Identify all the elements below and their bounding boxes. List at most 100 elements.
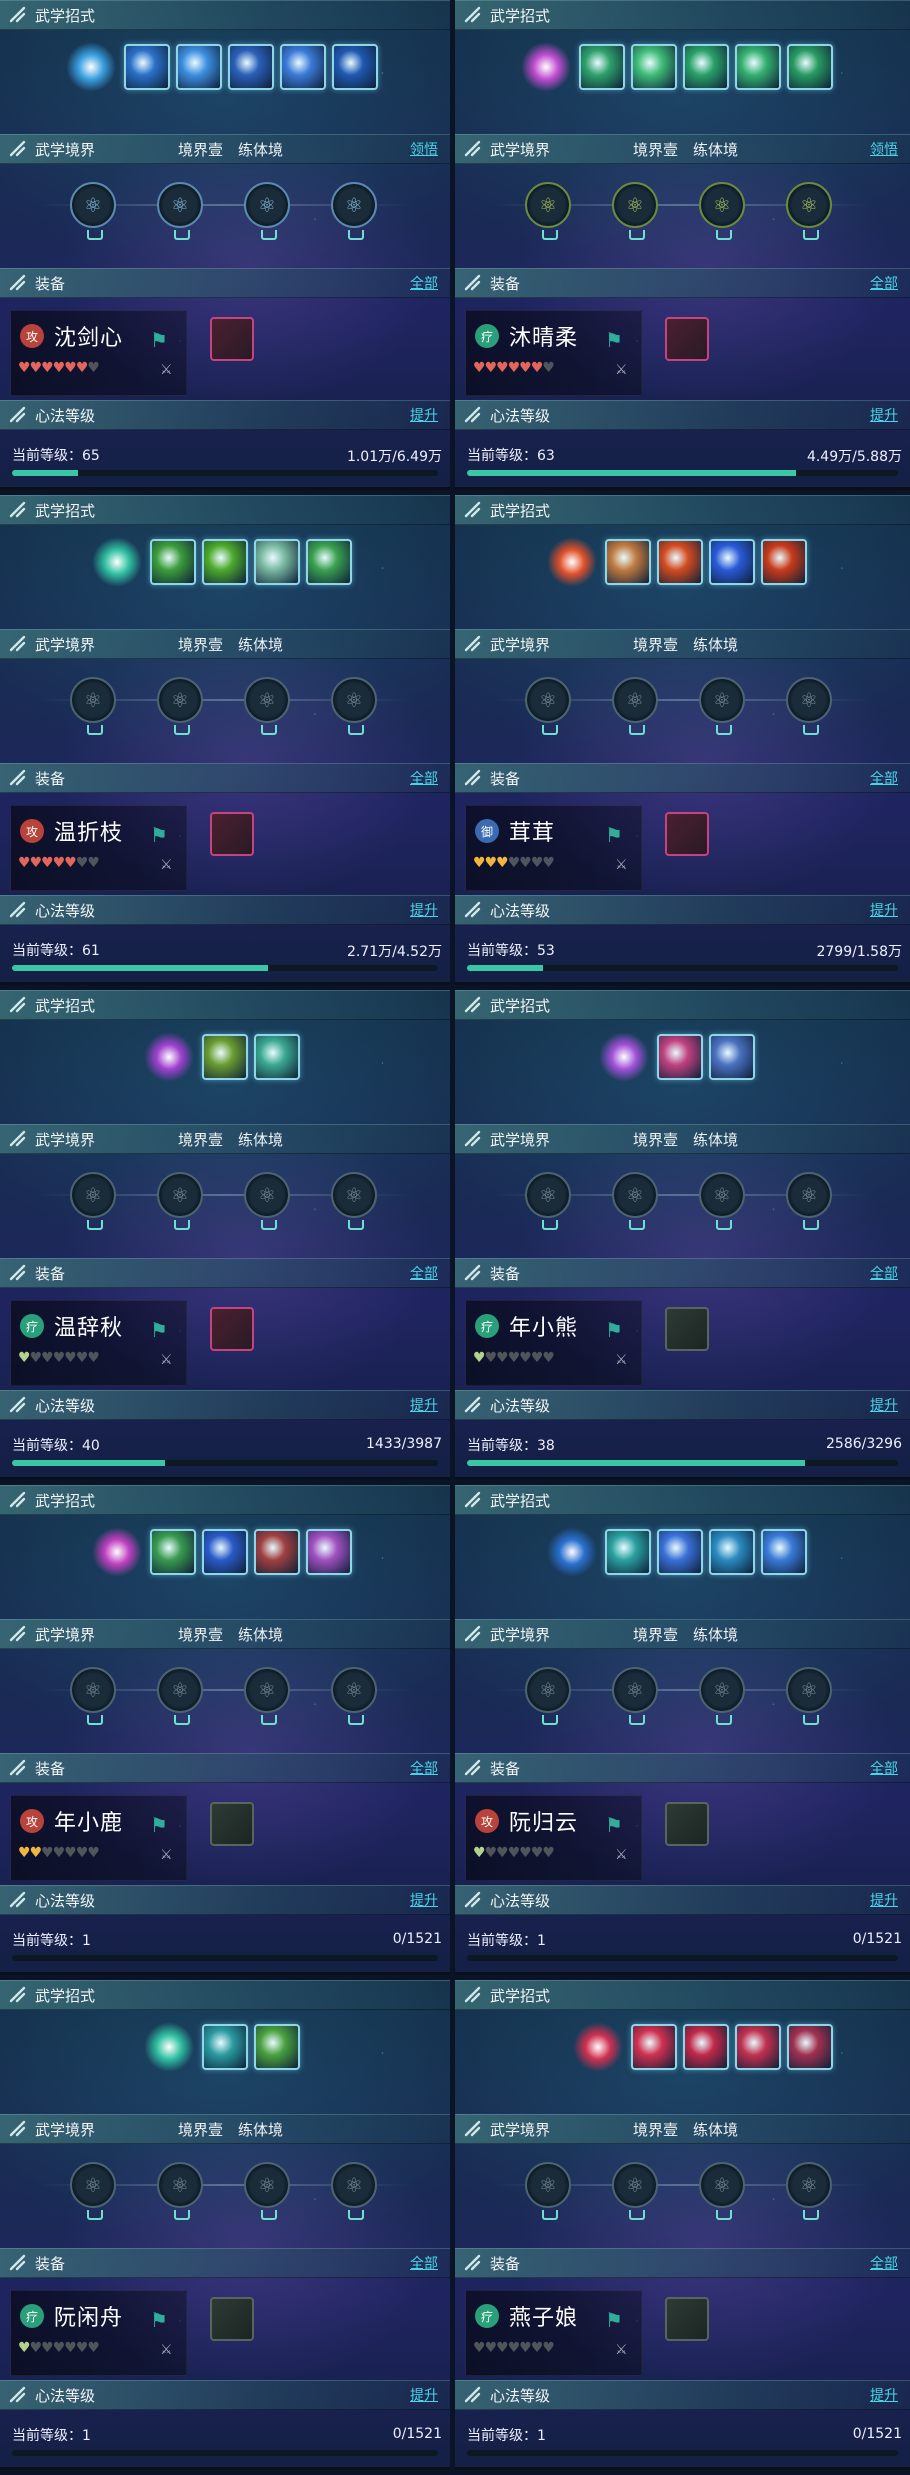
skill-icon[interactable] [605, 539, 651, 585]
character-box[interactable]: 攻年小鹿 ♥♥♥♥♥♥♥ ⚑ ⚔ [10, 1795, 187, 1881]
section-link[interactable]: 提升 [870, 2385, 898, 2405]
section-link[interactable]: 全部 [410, 1263, 438, 1283]
skill-icon[interactable] [332, 44, 378, 90]
skill-icon[interactable] [150, 1529, 196, 1575]
skill-icon[interactable] [657, 1529, 703, 1575]
character-box[interactable]: 疗温辞秋 ♥♥♥♥♥♥♥ ⚑ ⚔ [10, 1300, 187, 1386]
section-link[interactable]: 全部 [870, 273, 898, 293]
equipment-slot[interactable] [665, 317, 709, 361]
realm-node[interactable]: ⚛ [786, 677, 832, 735]
equipment-slot[interactable] [665, 2297, 709, 2341]
skill-icon[interactable] [202, 1034, 248, 1080]
section-link[interactable]: 领悟 [410, 139, 438, 159]
realm-node[interactable]: ⚛ [244, 1667, 290, 1725]
main-skill-icon[interactable] [144, 1032, 194, 1082]
realm-node[interactable]: ⚛ [699, 1172, 745, 1230]
section-link[interactable]: 领悟 [870, 139, 898, 159]
realm-node[interactable]: ⚛ [612, 1172, 658, 1230]
realm-node[interactable]: ⚛ [612, 2162, 658, 2220]
realm-node[interactable]: ⚛ [331, 1667, 377, 1725]
equipment-slot[interactable] [665, 1307, 709, 1351]
main-skill-icon[interactable] [92, 537, 142, 587]
skill-icon[interactable] [657, 1034, 703, 1080]
realm-node[interactable]: ⚛ [157, 2162, 203, 2220]
skill-icon[interactable] [579, 44, 625, 90]
equipment-slot[interactable] [210, 1802, 254, 1846]
realm-node[interactable]: ⚛ [612, 677, 658, 735]
realm-node[interactable]: ⚛ [157, 1667, 203, 1725]
realm-node[interactable]: ⚛ [70, 2162, 116, 2220]
equipment-slot[interactable] [210, 317, 254, 361]
character-box[interactable]: 攻阮归云 ♥♥♥♥♥♥♥ ⚑ ⚔ [465, 1795, 642, 1881]
main-skill-icon[interactable] [144, 2022, 194, 2072]
skill-icon[interactable] [202, 1529, 248, 1575]
section-link[interactable]: 全部 [870, 768, 898, 788]
realm-node[interactable]: ⚛ [786, 2162, 832, 2220]
realm-node[interactable]: ⚛ [525, 677, 571, 735]
skill-icon[interactable] [254, 539, 300, 585]
skill-icon[interactable] [631, 44, 677, 90]
skill-icon[interactable] [124, 44, 170, 90]
character-box[interactable]: 疗燕子娘 ♥♥♥♥♥♥♥ ⚑ ⚔ [465, 2290, 642, 2376]
section-link[interactable]: 提升 [870, 1395, 898, 1415]
realm-node[interactable]: ⚛ [699, 1667, 745, 1725]
realm-node[interactable]: ⚛ [525, 2162, 571, 2220]
realm-node[interactable]: ⚛ [244, 182, 290, 240]
realm-node[interactable]: ⚛ [786, 1667, 832, 1725]
skill-icon[interactable] [228, 44, 274, 90]
skill-icon[interactable] [787, 2024, 833, 2070]
realm-node[interactable]: ⚛ [699, 677, 745, 735]
realm-node[interactable]: ⚛ [699, 2162, 745, 2220]
skill-icon[interactable] [254, 1529, 300, 1575]
section-link[interactable]: 全部 [410, 768, 438, 788]
section-link[interactable]: 全部 [410, 1758, 438, 1778]
realm-node[interactable]: ⚛ [244, 2162, 290, 2220]
section-link[interactable]: 提升 [410, 2385, 438, 2405]
skill-icon[interactable] [787, 44, 833, 90]
section-link[interactable]: 提升 [870, 1890, 898, 1910]
character-box[interactable]: 疗年小熊 ♥♥♥♥♥♥♥ ⚑ ⚔ [465, 1300, 642, 1386]
realm-node[interactable]: ⚛ [331, 2162, 377, 2220]
section-link[interactable]: 提升 [410, 1890, 438, 1910]
equipment-slot[interactable] [665, 1802, 709, 1846]
realm-node[interactable]: ⚛ [331, 1172, 377, 1230]
skill-icon[interactable] [683, 44, 729, 90]
skill-icon[interactable] [280, 44, 326, 90]
character-box[interactable]: 御茸茸 ♥♥♥♥♥♥♥ ⚑ ⚔ [465, 805, 642, 891]
realm-node[interactable]: ⚛ [244, 677, 290, 735]
section-link[interactable]: 提升 [410, 405, 438, 425]
skill-icon[interactable] [709, 539, 755, 585]
skill-icon[interactable] [306, 1529, 352, 1575]
skill-icon[interactable] [306, 539, 352, 585]
realm-node[interactable]: ⚛ [699, 182, 745, 240]
skill-icon[interactable] [657, 539, 703, 585]
realm-node[interactable]: ⚛ [525, 1667, 571, 1725]
section-link[interactable]: 提升 [870, 900, 898, 920]
equipment-slot[interactable] [210, 812, 254, 856]
skill-icon[interactable] [683, 2024, 729, 2070]
realm-node[interactable]: ⚛ [612, 1667, 658, 1725]
section-link[interactable]: 全部 [870, 2253, 898, 2273]
realm-node[interactable]: ⚛ [70, 1172, 116, 1230]
character-box[interactable]: 疗沐晴柔 ♥♥♥♥♥♥♥ ⚑ ⚔ [465, 310, 642, 396]
skill-icon[interactable] [605, 1529, 651, 1575]
realm-node[interactable]: ⚛ [70, 677, 116, 735]
realm-node[interactable]: ⚛ [157, 677, 203, 735]
equipment-slot[interactable] [665, 812, 709, 856]
skill-icon[interactable] [761, 1529, 807, 1575]
skill-icon[interactable] [735, 44, 781, 90]
skill-icon[interactable] [176, 44, 222, 90]
realm-node[interactable]: ⚛ [786, 182, 832, 240]
main-skill-icon[interactable] [599, 1032, 649, 1082]
character-box[interactable]: 攻温折枝 ♥♥♥♥♥♥♥ ⚑ ⚔ [10, 805, 187, 891]
skill-icon[interactable] [202, 539, 248, 585]
section-link[interactable]: 全部 [410, 2253, 438, 2273]
character-box[interactable]: 疗阮闲舟 ♥♥♥♥♥♥♥ ⚑ ⚔ [10, 2290, 187, 2376]
main-skill-icon[interactable] [66, 42, 116, 92]
realm-node[interactable]: ⚛ [70, 1667, 116, 1725]
realm-node[interactable]: ⚛ [157, 1172, 203, 1230]
realm-node[interactable]: ⚛ [331, 182, 377, 240]
main-skill-icon[interactable] [92, 1527, 142, 1577]
section-link[interactable]: 提升 [410, 1395, 438, 1415]
character-box[interactable]: 攻沈剑心 ♥♥♥♥♥♥♥ ⚑ ⚔ [10, 310, 187, 396]
